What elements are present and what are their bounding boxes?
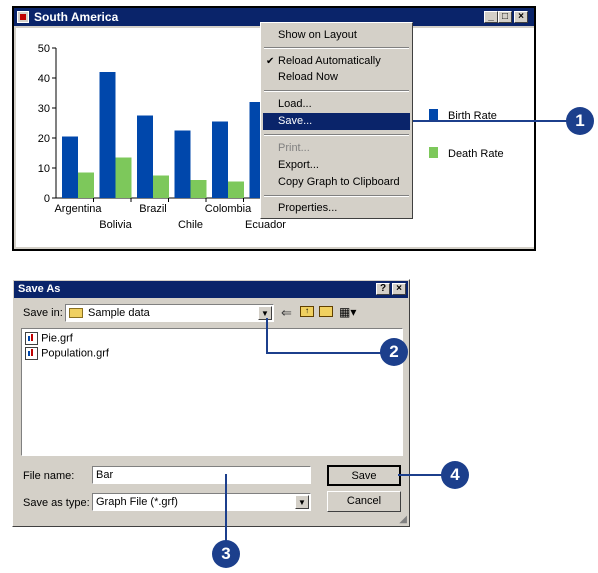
save-as-type-dropdown[interactable]: Graph File (*.grf) ▼ <box>92 493 311 511</box>
legend-swatch <box>429 109 438 120</box>
menu-item-copy-graph[interactable]: Copy Graph to Clipboard <box>263 174 410 191</box>
save-as-type-label: Save as type: <box>23 497 90 509</box>
callout-3: 3 <box>212 540 240 568</box>
up-folder-icon[interactable]: ↑ <box>300 306 314 317</box>
menu-item-show-on-layout[interactable]: Show on Layout <box>263 27 410 44</box>
graph-window: South America _ □ × 0 10 20 30 40 50 Argentina… <box>12 6 536 251</box>
save-as-dialog: Save As ? × Save in: Sample data ▼ ⇐ ↑ ▦… <box>12 279 410 527</box>
graph-file-icon <box>25 347 38 360</box>
file-list[interactable]: Pie.grf Population.grf <box>21 328 403 456</box>
y-tick-label: 20 <box>38 133 50 145</box>
legend-label: Death Rate <box>448 148 504 160</box>
callout-4: 4 <box>441 461 469 489</box>
chevron-down-icon[interactable]: ▼ <box>258 306 272 320</box>
folder-icon <box>69 308 83 318</box>
file-name: Population.grf <box>41 347 109 360</box>
x-tick-label: Colombia <box>205 203 252 215</box>
save-button-label: Save <box>351 470 377 482</box>
menu-item-label: Load... <box>278 98 312 110</box>
context-menu: Show on Layout ✔ Reload Automatically Rel… <box>260 22 413 219</box>
view-menu-icon[interactable]: ▦▾ <box>339 305 356 319</box>
y-tick-label: 30 <box>38 103 50 115</box>
menu-item-export[interactable]: Export... <box>263 157 410 174</box>
menu-item-reload-now[interactable]: Reload Now <box>263 69 410 86</box>
menu-item-reload-automatically[interactable]: ✔ Reload Automatically <box>263 53 410 70</box>
menu-item-print: Print... <box>263 140 410 157</box>
legend-swatch <box>429 147 438 158</box>
list-item[interactable]: Population.grf <box>25 347 109 361</box>
menu-item-label: Show on Layout <box>278 29 357 41</box>
save-in-label: Save in: <box>23 307 63 319</box>
save-dialog-title: Save As <box>18 283 61 295</box>
callout-3-line <box>225 474 227 544</box>
bar-death-rate <box>228 181 244 198</box>
callout-1: 1 <box>566 107 594 135</box>
bar-birth-rate <box>62 136 78 198</box>
back-arrow-icon[interactable]: ⇐ <box>281 305 292 321</box>
save-as-type-value: Graph File (*.grf) <box>96 496 178 508</box>
menu-item-label: Reload Automatically <box>278 55 381 67</box>
menu-item-label: Copy Graph to Clipboard <box>278 176 400 188</box>
menu-item-label: Export... <box>278 159 319 171</box>
menu-item-label: Reload Now <box>278 71 338 83</box>
chevron-down-icon[interactable]: ▼ <box>295 495 309 509</box>
minimize-button[interactable]: _ <box>484 11 498 23</box>
callout-2: 2 <box>380 338 408 366</box>
menu-separator <box>264 90 409 92</box>
bar-birth-rate <box>137 115 153 198</box>
x-tick-label: Bolivia <box>99 219 132 231</box>
file-name: Pie.grf <box>41 332 73 345</box>
menu-item-label: Properties... <box>278 202 338 214</box>
bar-death-rate <box>78 172 94 198</box>
maximize-button[interactable]: □ <box>498 11 512 23</box>
file-name-input[interactable]: Bar <box>92 466 311 484</box>
y-tick-label: 0 <box>44 193 50 205</box>
save-dialog-titlebar[interactable]: Save As ? × <box>14 281 408 298</box>
x-tick-label: Ecuador <box>245 219 286 231</box>
cancel-button-label: Cancel <box>346 495 382 507</box>
x-tick-label: Argentina <box>54 203 102 215</box>
save-button[interactable]: Save <box>327 465 401 486</box>
menu-item-load[interactable]: Load... <box>263 96 410 113</box>
menu-item-properties[interactable]: Properties... <box>263 200 410 217</box>
y-tick-label: 40 <box>38 73 50 85</box>
dialog-close-button[interactable]: × <box>392 283 406 295</box>
callout-1-line <box>413 120 571 122</box>
graph-window-icon <box>17 11 29 23</box>
checkmark-icon: ✔ <box>266 56 275 67</box>
menu-separator <box>264 134 409 136</box>
save-in-value: Sample data <box>88 307 150 319</box>
list-item[interactable]: Pie.grf <box>25 332 73 346</box>
bar-birth-rate <box>174 130 191 198</box>
help-button[interactable]: ? <box>376 283 390 295</box>
resize-grip-icon[interactable]: ◢ <box>399 514 407 525</box>
new-folder-icon[interactable] <box>319 306 333 317</box>
graph-file-icon <box>25 332 38 345</box>
menu-separator <box>264 47 409 49</box>
close-button[interactable]: × <box>514 11 528 23</box>
graph-window-title: South America <box>34 10 119 24</box>
y-tick-label: 10 <box>38 163 50 175</box>
callout-2-line-v <box>266 318 268 353</box>
x-tick-label: Chile <box>178 219 203 231</box>
file-name-label: File name: <box>23 470 75 482</box>
menu-separator <box>264 195 409 197</box>
x-tick-label: Brazil <box>139 203 167 215</box>
file-name-value: Bar <box>96 469 114 481</box>
cancel-button[interactable]: Cancel <box>327 491 401 512</box>
bar-birth-rate <box>99 72 116 198</box>
menu-item-label: Save... <box>278 115 313 127</box>
menu-item-label: Print... <box>278 142 310 154</box>
callout-4-line <box>398 474 446 476</box>
menu-item-save[interactable]: Save... <box>263 113 410 130</box>
y-tick-label: 50 <box>38 43 50 55</box>
bar-death-rate <box>153 175 169 198</box>
save-in-dropdown[interactable]: Sample data ▼ <box>65 304 274 322</box>
bar-death-rate <box>115 157 132 198</box>
bar-birth-rate <box>212 121 228 198</box>
bar-death-rate <box>190 180 207 198</box>
callout-2-line-h <box>266 352 384 354</box>
